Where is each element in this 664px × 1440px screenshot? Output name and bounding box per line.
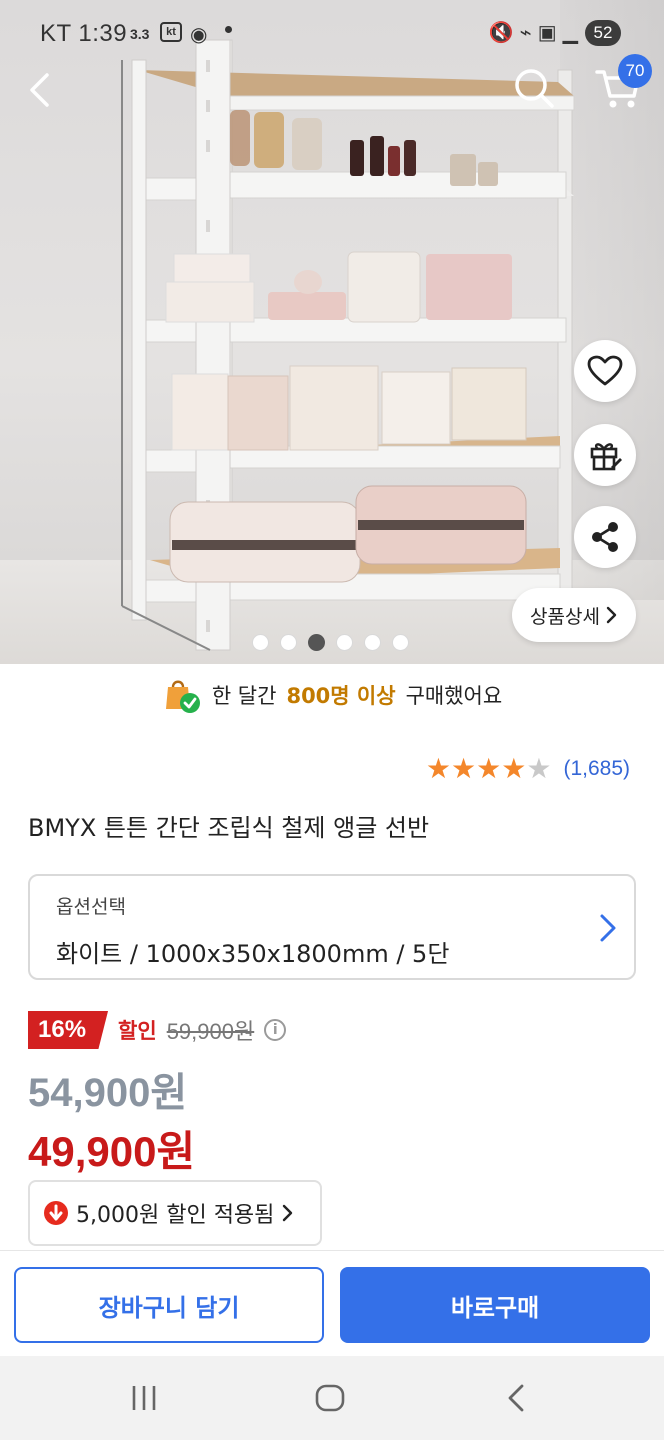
back-button[interactable] (16, 64, 64, 116)
system-navigation-bar (0, 1356, 664, 1440)
gift-icon (590, 443, 622, 471)
gallery-dot[interactable] (280, 633, 297, 651)
storage-boxes (171, 365, 527, 451)
status-bar: KT 1:39 3.3 kt ◉ 🔇⌁▣▁ 52 (0, 0, 664, 66)
system-back-button[interactable] (486, 1376, 546, 1420)
option-label: 옵션선택 (56, 896, 126, 918)
notice-suffix: 구매했어요 (405, 684, 503, 708)
notice-highlight: 800명 이상 (286, 684, 396, 708)
chevron-left-icon (30, 73, 49, 107)
review-count[interactable]: (1,685) (563, 757, 630, 781)
product-image-gallery[interactable]: KT 1:39 3.3 kt ◉ 🔇⌁▣▁ 52 70 상품상세 (0, 0, 664, 664)
discount-badge: 16% (28, 1011, 109, 1049)
gallery-pagination[interactable] (252, 632, 409, 652)
gallery-dot[interactable] (252, 633, 269, 651)
status-time: KT 1:39 (40, 20, 128, 47)
discount-label: 할인 (118, 1019, 157, 1043)
arrow-down-icon (44, 1201, 68, 1225)
add-to-cart-button[interactable]: 장바구니 담기 (14, 1267, 324, 1343)
rating-stars: ★★★★★ (426, 755, 552, 783)
cart-count-badge: 70 (618, 54, 652, 88)
home-button[interactable] (300, 1376, 360, 1420)
system-status-icons: 🔇⌁▣▁ (488, 22, 584, 44)
network-speed: 3.3 (130, 26, 150, 42)
baskets (165, 251, 512, 323)
notification-dot-icon (225, 26, 232, 33)
wishlist-button[interactable] (574, 340, 636, 402)
original-price: 59,900원 (166, 1019, 255, 1044)
heart-icon (587, 355, 623, 386)
gift-button[interactable] (574, 424, 636, 486)
product-detail-button[interactable]: 상품상세 (512, 588, 636, 642)
home-icon (315, 1384, 345, 1412)
recent-apps-icon (132, 1386, 156, 1410)
back-arrow-icon (508, 1384, 524, 1412)
star-empty-icon: ★ (526, 752, 552, 785)
star-filled-icon: ★ (425, 752, 452, 785)
search-icon (515, 69, 554, 108)
gallery-dot[interactable] (308, 633, 325, 651)
location-icon: ◉ (190, 24, 208, 46)
search-button[interactable] (508, 62, 560, 114)
buy-now-button[interactable]: 바로구매 (340, 1267, 650, 1343)
coupon-applied-chip[interactable]: 5,000원 할인 적용됨 (28, 1180, 322, 1246)
battery-indicator: 52 (585, 20, 621, 46)
star-filled-icon: ★ (451, 752, 477, 785)
recent-apps-button[interactable] (114, 1376, 174, 1420)
shopping-bag-check-icon (165, 680, 200, 713)
gallery-dot[interactable] (336, 633, 353, 651)
sale-price: 54,900원 (28, 1071, 188, 1115)
product-rating[interactable]: ★★★★★ (1,685) (426, 752, 630, 786)
bottom-action-bar: 장바구니 담기 바로구매 (0, 1250, 664, 1356)
notice-prefix: 한 달간 (211, 684, 277, 708)
product-detail-label: 상품상세 (530, 605, 600, 628)
star-filled-icon: ★ (476, 752, 502, 785)
chevron-right-icon (606, 606, 617, 624)
star-filled-icon: ★ (501, 752, 527, 785)
option-selector[interactable]: 옵션선택 화이트 / 1000x350x1800mm / 5단 (28, 874, 636, 980)
purchase-count-notice: 한 달간 800명 이상 구매했어요 (0, 672, 664, 718)
share-button[interactable] (574, 506, 636, 568)
option-value: 화이트 / 1000x350x1800mm / 5단 (56, 940, 450, 968)
shelf-product-photo (121, 39, 575, 651)
share-icon (592, 522, 618, 552)
product-title: BMYX 튼튼 간단 조립식 철제 앵글 선반 (28, 814, 430, 842)
chevron-right-icon (600, 914, 616, 942)
discount-row: 16% 할인 59,900원 i (28, 1010, 287, 1050)
coupon-text: 5,000원 할인 적용됨 (76, 1203, 275, 1228)
gallery-dot[interactable] (392, 633, 409, 651)
gallery-dot[interactable] (364, 633, 381, 651)
final-price: 49,900원 (28, 1128, 196, 1175)
carrier-app-icon: kt (160, 22, 182, 42)
info-icon[interactable]: i (264, 1019, 287, 1041)
chevron-right-icon (283, 1204, 293, 1222)
